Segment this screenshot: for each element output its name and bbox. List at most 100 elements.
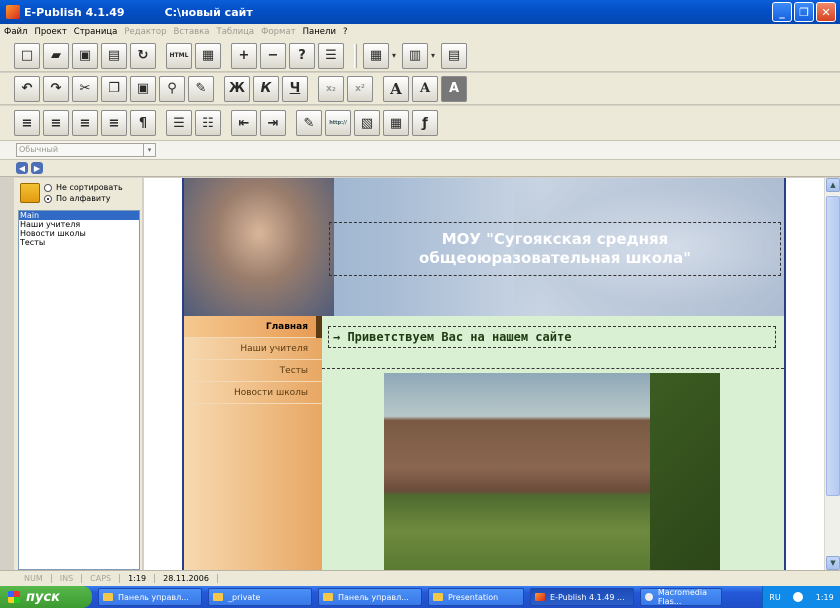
chevron-down-icon[interactable]: ▾ — [143, 144, 155, 156]
italic-button[interactable]: К — [253, 75, 279, 102]
paste-icon[interactable]: ▣ — [130, 75, 156, 102]
taskbar-item[interactable]: Macromedia Flas... — [640, 588, 722, 606]
cut-icon[interactable]: ✂ — [72, 75, 98, 102]
list-item[interactable]: Main — [19, 211, 139, 220]
align-right-icon[interactable]: ≡ — [72, 110, 98, 136]
numbered-list-icon[interactable]: ☷ — [195, 110, 221, 136]
dropdown-arrow-icon[interactable]: ▾ — [431, 51, 435, 60]
taskbar-item[interactable]: E-Publish 4.1.49 ... — [530, 588, 634, 606]
radio-alpha[interactable] — [44, 194, 52, 203]
insert-table-icon[interactable]: ▦ — [383, 110, 409, 136]
link-button[interactable]: http:// — [325, 110, 351, 136]
scroll-down-icon[interactable]: ▼ — [826, 556, 840, 570]
sort-none-option[interactable]: Не сортировать — [44, 182, 123, 193]
edit-icon[interactable]: ✎ — [296, 110, 322, 136]
dropdown-arrow-icon[interactable]: ▾ — [392, 51, 396, 60]
scroll-up-icon[interactable]: ▲ — [826, 178, 840, 192]
page-editor[interactable]: МОУ "Сугоякская средняя общеоюразователь… — [144, 178, 824, 570]
sort-icon[interactable] — [20, 183, 40, 203]
school-photo[interactable] — [384, 373, 720, 570]
list-item[interactable]: Новости школы — [19, 229, 139, 238]
radio-none[interactable] — [44, 183, 52, 192]
brush-icon[interactable]: ✎ — [188, 75, 214, 102]
taskbar-item[interactable]: _private — [208, 588, 312, 606]
menu-page[interactable]: Страница — [74, 27, 118, 37]
menu-editor[interactable]: Редактор — [124, 27, 166, 37]
align-center-icon[interactable]: ≡ — [43, 110, 69, 136]
menu-format[interactable]: Формат — [261, 27, 296, 37]
menu-insert[interactable]: Вставка — [174, 27, 210, 37]
site-title-box[interactable]: МОУ "Сугоякская средняя общеоюразователь… — [329, 222, 781, 276]
site-nav: Главная Наши учителя Тесты Новости школы — [184, 316, 322, 570]
superscript-button[interactable]: x² — [347, 75, 373, 102]
bold-button[interactable]: Ж — [224, 75, 250, 102]
scroll-thumb[interactable] — [826, 196, 840, 496]
sort-alpha-label: По алфавиту — [56, 194, 111, 203]
maximize-button[interactable]: ❐ — [794, 2, 814, 22]
html-button[interactable]: HTML — [166, 42, 192, 69]
subscript-button[interactable]: x₂ — [318, 75, 344, 102]
new-page-icon[interactable]: □ — [14, 42, 40, 69]
undo-icon[interactable]: ↶ — [14, 75, 40, 102]
menu-help[interactable]: ? — [343, 27, 348, 37]
forward-icon[interactable]: ▶ — [31, 162, 43, 174]
speaker-icon[interactable] — [793, 592, 804, 602]
font-color-button[interactable]: A — [441, 75, 467, 102]
find-icon[interactable]: ⚲ — [159, 75, 185, 102]
view-icon[interactable]: ▦ — [195, 42, 221, 69]
remove-page-icon[interactable]: − — [260, 42, 286, 69]
site-nav-tests[interactable]: Тесты — [184, 360, 322, 382]
paragraph-icon[interactable]: ¶ — [130, 110, 156, 136]
list-item[interactable]: Тесты — [19, 238, 139, 247]
flash-icon[interactable]: ƒ — [412, 110, 438, 136]
outdent-icon[interactable]: ⇤ — [231, 110, 257, 136]
back-icon[interactable]: ◀ — [16, 162, 28, 174]
site-nav-news[interactable]: Новости школы — [184, 382, 322, 404]
page-panel: Не сортировать По алфавиту Main Наши учи… — [14, 178, 142, 570]
align-justify-icon[interactable]: ≡ — [101, 110, 127, 136]
taskbar-item-label: E-Publish 4.1.49 ... — [550, 592, 625, 602]
folder-icon — [433, 593, 443, 601]
list-icon[interactable]: ☰ — [318, 42, 344, 69]
copy-icon[interactable]: ❐ — [101, 75, 127, 102]
help-icon[interactable]: ? — [289, 42, 315, 69]
refresh-icon[interactable]: ↻ — [130, 42, 156, 69]
taskbar-item[interactable]: Панель управл... — [318, 588, 422, 606]
list-item[interactable]: Наши учителя — [19, 220, 139, 229]
menu-file[interactable]: Файл — [4, 27, 27, 37]
welcome-heading[interactable]: → Приветствуем Вас на нашем сайте — [328, 326, 776, 348]
menu-panels[interactable]: Панели — [303, 27, 336, 37]
site-nav-home[interactable]: Главная — [184, 316, 322, 338]
minimize-button[interactable]: _ — [772, 2, 792, 22]
taskbar-item[interactable]: Presentation — [428, 588, 524, 606]
windows-flag-icon — [8, 591, 20, 603]
font-button[interactable]: A — [383, 75, 409, 102]
indent-icon[interactable]: ⇥ — [260, 110, 286, 136]
redo-icon[interactable]: ↷ — [43, 75, 69, 102]
sort-alpha-option[interactable]: По алфавиту — [44, 193, 123, 204]
bullet-list-icon[interactable]: ☰ — [166, 110, 192, 136]
open-folder-icon[interactable]: ▰ — [43, 42, 69, 69]
save-icon[interactable]: ▣ — [72, 42, 98, 69]
image-icon[interactable]: ▧ — [354, 110, 380, 136]
app-title: E-Publish 4.1.49 — [24, 5, 125, 19]
add-page-icon[interactable]: + — [231, 42, 257, 69]
table-insert-icon[interactable]: ▦ — [363, 42, 389, 69]
menu-table[interactable]: Таблица — [217, 27, 255, 37]
underline-button[interactable]: Ч — [282, 75, 308, 102]
font-size-button[interactable]: A — [412, 75, 438, 102]
close-button[interactable]: ✕ — [816, 2, 836, 22]
align-left-icon[interactable]: ≡ — [14, 110, 40, 136]
site-nav-teachers[interactable]: Наши учителя — [184, 338, 322, 360]
save-all-icon[interactable]: ▤ — [101, 42, 127, 69]
vertical-scrollbar[interactable]: ▲ ▼ — [824, 178, 840, 570]
start-button[interactable]: пуск — [0, 586, 92, 608]
language-indicator[interactable]: RU — [769, 593, 780, 602]
style-select[interactable]: Обычный ▾ — [16, 143, 156, 157]
taskbar: пуск Панель управл... _private Панель уп… — [0, 586, 840, 608]
toolbar-grip — [354, 43, 357, 68]
menu-project[interactable]: Проект — [34, 27, 66, 37]
taskbar-item[interactable]: Панель управл... — [98, 588, 202, 606]
table-merge-icon[interactable]: ▤ — [441, 42, 468, 69]
table-split-icon[interactable]: ▥ — [402, 42, 429, 69]
